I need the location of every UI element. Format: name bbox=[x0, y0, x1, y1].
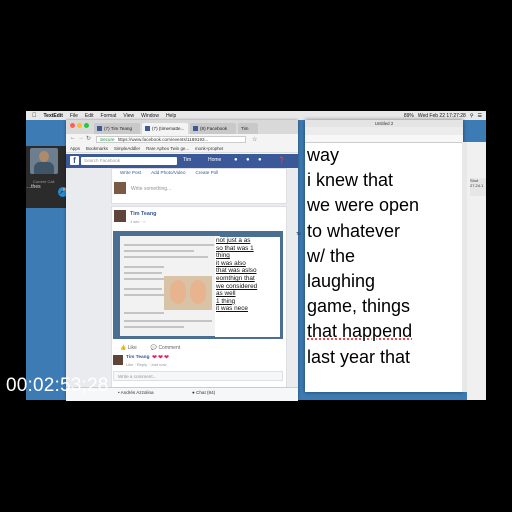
minimize-window-button[interactable] bbox=[77, 123, 82, 128]
menu-window[interactable]: Window bbox=[141, 113, 159, 119]
back-icon[interactable]: ← bbox=[70, 135, 76, 141]
browser-tab-bar: (7) Tim Teang (7) (timematte... (8) Face… bbox=[66, 120, 298, 134]
video-timecode: 00:02:53;28 bbox=[6, 375, 109, 396]
create-poll-tab[interactable]: Create Poll bbox=[196, 170, 219, 175]
facebook-user-name[interactable]: Tim bbox=[183, 157, 191, 163]
bookmark-apps[interactable]: Apps bbox=[70, 146, 80, 151]
comment-input[interactable]: Write a comment... bbox=[113, 371, 283, 381]
side-label: To bbox=[296, 231, 301, 236]
menu-list-icon[interactable]: ☰ bbox=[478, 113, 482, 119]
write-post-tab[interactable]: Write Post bbox=[120, 170, 141, 175]
menu-edit[interactable]: Edit bbox=[85, 113, 94, 119]
facebook-home-link[interactable]: Home bbox=[208, 157, 221, 163]
screenshot-file-icon[interactable]: Shot 27.24.1 bbox=[470, 178, 486, 196]
post-timestamp[interactable]: 1 sec · ⌂ bbox=[130, 219, 146, 224]
post-image-baby-photos bbox=[164, 276, 212, 310]
notifications-icon[interactable]: ● bbox=[258, 157, 262, 163]
url-text: https://www.facebook.com/events/1189193.… bbox=[117, 136, 209, 142]
zoom-window-button[interactable] bbox=[84, 123, 89, 128]
browser-address-bar: ← → ↻ Secure https://www.facebook.com/ev… bbox=[66, 134, 298, 144]
menu-file[interactable]: File bbox=[70, 113, 78, 119]
url-input[interactable]: Secure https://www.facebook.com/events/1… bbox=[96, 135, 246, 143]
menu-format[interactable]: Format bbox=[101, 113, 117, 119]
bookmark-simpleaddler[interactable]: SimpleAddler bbox=[114, 146, 140, 151]
messages-icon[interactable]: ● bbox=[246, 157, 250, 163]
bookmark-aphex-twin[interactable]: Rare Aphex Twin ge... bbox=[146, 146, 189, 151]
facebook-favicon-icon bbox=[193, 126, 198, 131]
comment-button[interactable]: 💬 Comment bbox=[151, 345, 180, 351]
menu-help[interactable]: Help bbox=[166, 113, 176, 119]
call-contact-name: ...thes bbox=[27, 184, 41, 190]
comment-hearts: ❤❤❤ bbox=[152, 355, 171, 361]
browser-tab-4[interactable]: Tim bbox=[238, 123, 258, 134]
battery-status[interactable]: 89% bbox=[404, 113, 414, 119]
comment-actions[interactable]: Like · Reply · Just now bbox=[126, 362, 166, 367]
facebook-favicon-icon bbox=[97, 126, 102, 131]
secure-label: Secure bbox=[100, 136, 115, 142]
help-icon[interactable]: ❓ bbox=[278, 157, 285, 164]
textedit-ruler[interactable] bbox=[305, 135, 463, 143]
menubar-clock[interactable]: Wed Feb 22 17:27:28 bbox=[418, 113, 466, 119]
menu-view[interactable]: View bbox=[123, 113, 134, 119]
mac-menubar:  TextEdit File Edit Format View Window … bbox=[26, 111, 486, 120]
browser-tab-2[interactable]: (7) (timematte... bbox=[142, 123, 188, 134]
composer-input[interactable]: Write something... bbox=[131, 186, 171, 192]
search-icon[interactable]: ⚲ bbox=[470, 113, 474, 119]
forward-icon[interactable]: → bbox=[78, 135, 84, 141]
post-image-textedit: not just a as so that was 1 thing it was… bbox=[215, 237, 280, 337]
facebook-search-input[interactable]: Search Facebook bbox=[81, 157, 177, 165]
textedit-document[interactable]: way i knew that we were open to whatever… bbox=[307, 143, 461, 370]
browser-tab-3[interactable]: (8) Facebook bbox=[190, 123, 236, 134]
reload-icon[interactable]: ↻ bbox=[86, 135, 91, 142]
comment-avatar[interactable] bbox=[113, 355, 123, 365]
post-actions: 👍 Like 💬 Comment bbox=[120, 345, 180, 351]
close-window-button[interactable] bbox=[70, 123, 75, 128]
star-icon[interactable]: ☆ bbox=[252, 136, 257, 143]
browser-tab-1[interactable]: (7) Tim Teang bbox=[94, 123, 140, 134]
comment-author[interactable]: Tim Teang bbox=[126, 355, 150, 360]
bookmarks-bar: Apps Bookmarks SimpleAddler Rare Aphex T… bbox=[66, 144, 298, 153]
facebook-favicon-icon bbox=[145, 126, 150, 131]
call-camera-feed bbox=[30, 148, 58, 174]
bookmark-monk-prophet[interactable]: monk+prophet bbox=[195, 146, 223, 151]
add-photo-tab[interactable]: Add Photo/Video bbox=[151, 170, 185, 175]
thumbs-up-icon: 👍 bbox=[120, 345, 127, 351]
post-author-avatar[interactable] bbox=[114, 210, 126, 222]
bookmark-bookmarks[interactable]: Bookmarks bbox=[86, 146, 108, 151]
chat-contact[interactable]: • Andrés Azzolina bbox=[118, 390, 154, 395]
comment-icon: 💬 bbox=[150, 345, 158, 351]
like-button[interactable]: 👍 Like bbox=[120, 345, 137, 351]
avatar bbox=[114, 182, 126, 194]
chat-button[interactable]: ● Chat (84) bbox=[192, 390, 215, 395]
post-author-name[interactable]: Tim Teang bbox=[130, 211, 156, 217]
composer-tabs: Write Post Add Photo/Video Create Poll bbox=[120, 170, 218, 175]
facebook-logo[interactable]: f bbox=[70, 156, 79, 165]
friends-icon[interactable]: ● bbox=[234, 157, 238, 163]
apple-icon[interactable]:  bbox=[32, 113, 37, 119]
textedit-title: Untitled 2 bbox=[305, 120, 463, 127]
menu-app-name[interactable]: TextEdit bbox=[44, 113, 63, 119]
